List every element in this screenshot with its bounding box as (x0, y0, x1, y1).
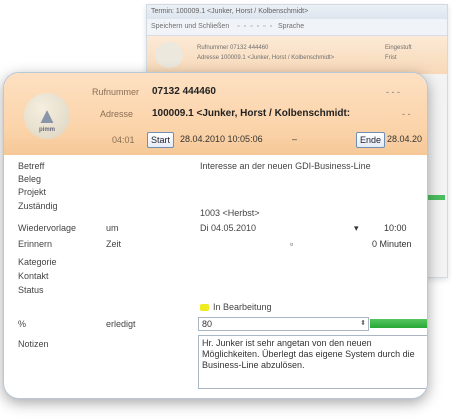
bg-header-right-2: Frist (385, 55, 397, 61)
percent-value: 80 (202, 319, 213, 329)
zustaendig-value[interactable]: 1003 <Herbst> (200, 208, 260, 218)
wiedervorlage-label: Wiedervorlage (18, 223, 77, 233)
bg-header-line-2: Adresse 100009.1 <Junker, Horst / Kolben… (197, 55, 335, 61)
erinnern-sub: Zeit (106, 239, 122, 249)
header-dashes-1: - - - (386, 87, 400, 97)
betreff-value[interactable]: Interesse an der neuen GDI-Business-Line (200, 161, 371, 171)
notizen-textarea[interactable]: Hr. Junker ist sehr angetan von den neue… (198, 335, 427, 389)
wiedervorlage-dropdown-icon[interactable]: ▾ (354, 223, 359, 234)
wiedervorlage-date[interactable]: Di 04.05.2010 (200, 223, 256, 233)
appointment-header: ▲ pimm Rufnummer 07132 444460 - - - Adres… (4, 73, 427, 155)
ende-button[interactable]: Ende (356, 132, 386, 148)
status-label: Status (18, 285, 44, 295)
bg-window-toolbar: Speichern und Schließen ▫▫▫▫▫▫ Sprache (147, 19, 447, 36)
start-datetime[interactable]: 28.04.2010 10:05:06 (180, 134, 263, 144)
bg-language-button[interactable]: Sprache (278, 23, 304, 30)
bg-header-right-1: Eingestuft (385, 45, 412, 51)
duration-label: 04:01 (112, 135, 135, 145)
bg-toolbar-icons: ▫▫▫▫▫▫ (237, 23, 277, 30)
start-button[interactable]: Start (147, 132, 175, 148)
wiedervorlage-sub: um (106, 223, 119, 233)
beleg-label: Beleg (18, 174, 42, 184)
erinnern-label: Erinnern (18, 239, 53, 249)
datetime-separator: – (292, 134, 298, 144)
header-dashes-2: - - (402, 109, 411, 119)
projekt-label: Projekt (18, 187, 47, 197)
wiedervorlage-time[interactable]: 10:00 (384, 223, 407, 233)
appointment-window: ▲ pimm Rufnummer 07132 444460 - - - Adres… (3, 72, 428, 399)
logo-text: pimm (38, 127, 55, 133)
erinnern-value[interactable]: 0 Minuten (372, 239, 412, 249)
adresse-value[interactable]: 100009.1 <Junker, Horst / Kolbenschmidt: (152, 108, 350, 119)
adresse-label: Adresse (100, 109, 134, 119)
bg-window-header: Rufnummer 07132 444460 Adresse 100009.1 … (147, 36, 447, 74)
kontakt-label: Kontakt (18, 271, 49, 281)
rufnummer-label: Rufnummer (92, 87, 140, 97)
notizen-label: Notizen (18, 339, 49, 349)
percent-label: % (18, 319, 27, 329)
status-value-wrap[interactable]: In Bearbeitung (200, 302, 272, 312)
bg-window-title: Termin: 100009.1 <Junker, Horst / Kolben… (147, 5, 447, 19)
percent-progress-bar (370, 319, 427, 328)
rufnummer-value[interactable]: 07132 444460 (152, 86, 216, 97)
spinner-icon[interactable]: ⬍ (360, 318, 366, 330)
percent-input[interactable]: 80 ⬍ (198, 317, 369, 331)
logo-icon: ▲ pimm (24, 93, 70, 139)
bg-save-close-button[interactable]: Speichern und Schließen (151, 23, 229, 30)
percent-sub: erledigt (106, 319, 136, 329)
status-yellow-icon (200, 304, 209, 312)
bg-header-line-1: Rufnummer 07132 444460 (197, 45, 269, 51)
appointment-body: Betreff Interesse an der neuen GDI-Busin… (4, 155, 427, 398)
kategorie-label: Kategorie (18, 257, 57, 267)
betreff-label: Betreff (18, 161, 45, 171)
zustaendig-label: Zuständig (18, 201, 58, 211)
ende-datetime[interactable]: 28.04.20 (387, 134, 422, 144)
status-value: In Bearbeitung (213, 302, 272, 312)
erinnern-checkbox-icon[interactable]: ▫ (290, 239, 293, 249)
bg-logo-icon (155, 42, 183, 68)
